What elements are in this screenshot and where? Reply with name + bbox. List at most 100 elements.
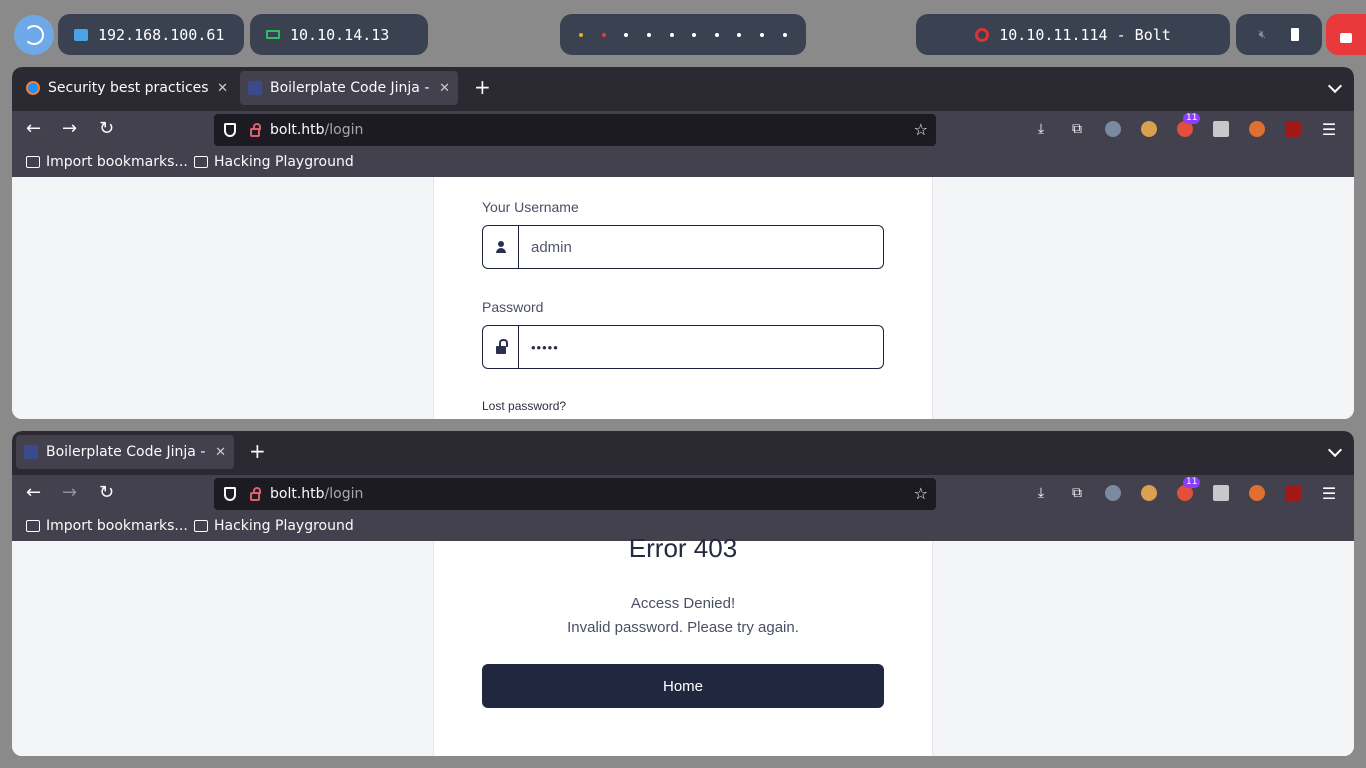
extensions-icon[interactable]: ⧉: [1069, 121, 1085, 137]
username-value: admin: [531, 238, 572, 256]
ublock-icon[interactable]: [1285, 121, 1301, 137]
nav-toolbar: ← → ↻ bolt.htb/login ☆ ⤓ ⧉ 11 ☰: [12, 475, 1354, 513]
hamburger-menu-icon[interactable]: ☰: [1321, 484, 1337, 503]
bookmark-star-icon[interactable]: ☆: [914, 484, 928, 503]
workspace-dot[interactable]: [601, 32, 606, 37]
bookmark-folder-hacking[interactable]: Hacking Playground: [194, 518, 354, 534]
error-line-1: Access Denied!: [630, 595, 736, 612]
bookmark-label: Hacking Playground: [214, 518, 354, 534]
spy-glasses-icon[interactable]: [1105, 121, 1121, 137]
back-button[interactable]: ←: [26, 483, 41, 503]
tab-boilerplate-login[interactable]: Boilerplate Code Jinja - S ✕: [240, 71, 458, 105]
target-widget[interactable]: 10.10.11.114 - Bolt: [916, 14, 1230, 55]
workspace-dot[interactable]: [647, 32, 652, 37]
lock-addon: [483, 326, 519, 368]
bookmarks-toolbar: Import bookmarks... Hacking Playground: [12, 149, 1354, 177]
downloads-icon[interactable]: ⤓: [1033, 485, 1049, 501]
workspace-dot[interactable]: [714, 32, 719, 37]
workspace-dot[interactable]: [579, 32, 584, 37]
reload-button[interactable]: ↻: [99, 483, 114, 503]
close-icon[interactable]: ✕: [439, 81, 450, 96]
bookmark-import[interactable]: Import bookmarks...: [26, 518, 188, 534]
extensions-icon[interactable]: ⧉: [1069, 485, 1085, 501]
user-icon: [495, 241, 507, 253]
battery-icon[interactable]: [1291, 28, 1300, 41]
url-bar[interactable]: bolt.htb/login ☆: [214, 114, 936, 146]
home-button[interactable]: Home: [482, 664, 884, 708]
list-all-tabs-button[interactable]: [1327, 78, 1343, 94]
workspace-dot[interactable]: [760, 32, 765, 37]
local-ip-widget[interactable]: 192.168.100.61: [58, 14, 244, 55]
new-tab-button[interactable]: +: [249, 441, 266, 461]
url-path: /login: [324, 122, 364, 138]
cookie-icon[interactable]: [1141, 121, 1157, 137]
shield-ext-icon[interactable]: [1213, 121, 1229, 137]
system-tray[interactable]: 🔇︎: [1236, 14, 1322, 55]
workspace-dot[interactable]: [669, 32, 674, 37]
close-icon[interactable]: ✕: [215, 445, 226, 460]
username-field[interactable]: admin: [482, 225, 884, 269]
insecure-lock-icon[interactable]: [250, 122, 261, 137]
spy-glasses-icon[interactable]: [1105, 485, 1121, 501]
lost-password-link[interactable]: Lost password?: [482, 399, 566, 413]
workspace-dot[interactable]: [737, 32, 742, 37]
bookmark-star-icon[interactable]: ☆: [914, 120, 928, 139]
tab-title: Boilerplate Code Jinja - E: [46, 444, 210, 460]
ublock-icon[interactable]: [1285, 485, 1301, 501]
tracking-shield-icon[interactable]: [224, 123, 236, 137]
cookie-icon[interactable]: [1141, 485, 1157, 501]
hamburger-menu-icon[interactable]: ☰: [1321, 120, 1337, 139]
url-path: /login: [324, 486, 364, 502]
bookmark-label: Hacking Playground: [214, 154, 354, 170]
tab-strip: Security best practices | ✕ Boilerplate …: [12, 67, 1354, 111]
tab-security-best-practices[interactable]: Security best practices | ✕: [18, 71, 236, 105]
tab-boilerplate-error[interactable]: Boilerplate Code Jinja - E ✕: [16, 435, 234, 469]
target-text: 10.10.11.114 - Bolt: [999, 25, 1171, 44]
unlock-icon: [495, 339, 508, 354]
wappalyzer-icon[interactable]: [1249, 485, 1265, 501]
tab-title: Security best practices |: [48, 80, 212, 96]
workspace-dot[interactable]: [624, 32, 629, 37]
forward-button[interactable]: →: [62, 119, 77, 139]
workspace-dot[interactable]: [782, 32, 787, 37]
new-tab-button[interactable]: +: [474, 77, 491, 97]
url-host: bolt.htb: [270, 486, 325, 502]
reload-button[interactable]: ↻: [99, 119, 114, 139]
badge-extension-icon[interactable]: 11: [1177, 113, 1201, 137]
username-label: Your Username: [482, 199, 579, 215]
import-icon: [26, 520, 40, 532]
import-icon: [26, 156, 40, 168]
list-all-tabs-button[interactable]: [1327, 442, 1343, 458]
back-button[interactable]: ←: [26, 119, 41, 139]
badge-extension-icon[interactable]: 11: [1177, 477, 1201, 501]
wappalyzer-icon[interactable]: [1249, 121, 1265, 137]
vpn-ip-text: 10.10.14.13: [290, 25, 390, 44]
folder-icon: [194, 520, 208, 532]
tab-strip: Boilerplate Code Jinja - E ✕ +: [12, 431, 1354, 475]
downloads-icon[interactable]: ⤓: [1033, 121, 1049, 137]
muted-volume-icon[interactable]: 🔇︎: [1259, 27, 1267, 42]
extension-badge: 11: [1183, 477, 1201, 488]
firefox-icon: [26, 81, 40, 95]
laptop-icon: [266, 30, 280, 39]
network-icon: [74, 28, 88, 41]
lock-icon: [1340, 32, 1352, 43]
boilerplate-icon: [24, 445, 38, 459]
error-line-2: Invalid password. Please try again.: [567, 619, 799, 636]
bookmark-folder-hacking[interactable]: Hacking Playground: [194, 154, 354, 170]
page-content: Your Username admin Password ••••• Lost …: [12, 177, 1354, 419]
workspace-switcher[interactable]: [560, 14, 806, 55]
url-bar[interactable]: bolt.htb/login ☆: [214, 478, 936, 510]
debian-swirl-icon: [24, 25, 44, 45]
close-icon[interactable]: ✕: [217, 81, 228, 96]
app-menu-button[interactable]: [14, 15, 54, 55]
workspace-dot[interactable]: [692, 32, 697, 37]
bookmark-import[interactable]: Import bookmarks...: [26, 154, 188, 170]
password-field[interactable]: •••••: [482, 325, 884, 369]
tracking-shield-icon[interactable]: [224, 487, 236, 501]
shield-ext-icon[interactable]: [1213, 485, 1229, 501]
vpn-ip-widget[interactable]: 10.10.14.13: [250, 14, 428, 55]
insecure-lock-icon[interactable]: [250, 486, 261, 501]
lock-screen-button[interactable]: [1326, 14, 1366, 55]
forward-button[interactable]: →: [62, 483, 77, 503]
